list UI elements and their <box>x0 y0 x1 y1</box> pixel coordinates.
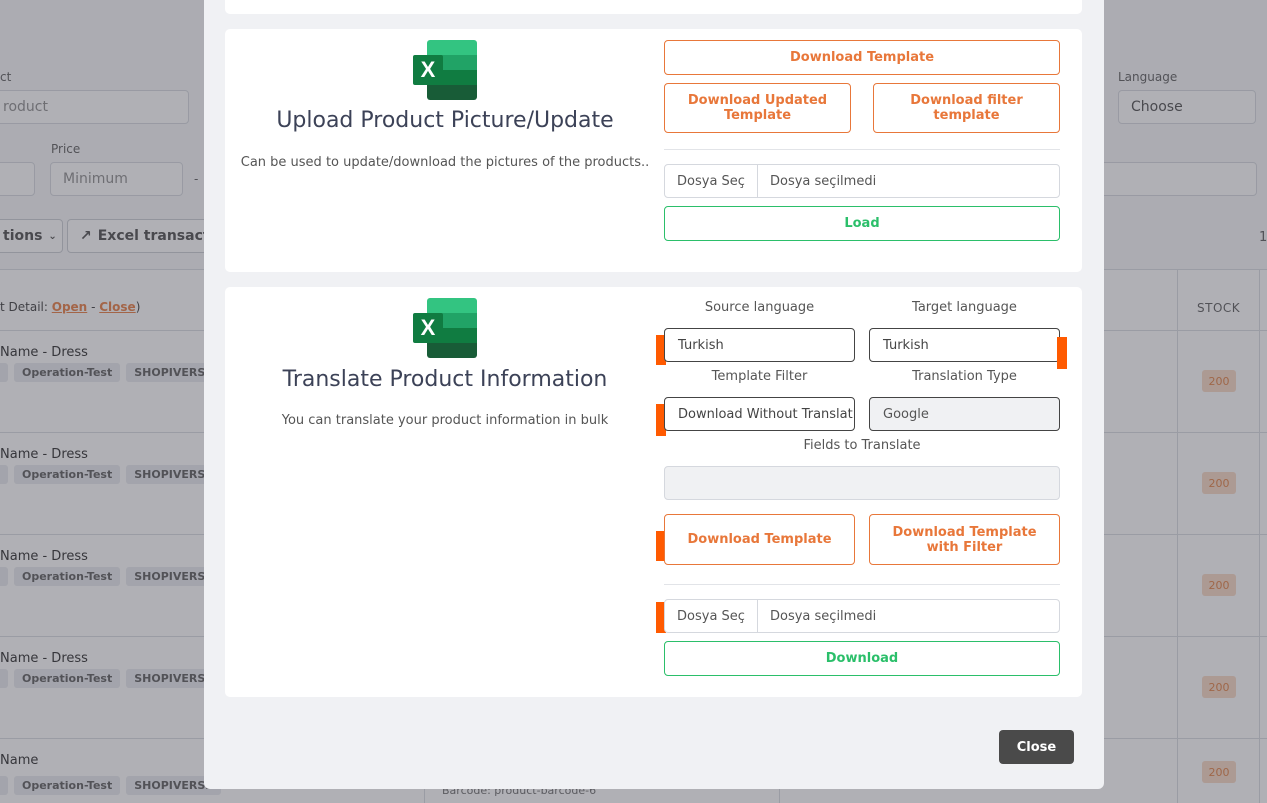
divider <box>664 584 1060 585</box>
highlight-marker <box>1057 337 1067 369</box>
source-language-select[interactable]: Turkish <box>664 328 855 362</box>
translate-card: X Translate Product Information You can … <box>225 287 1082 697</box>
source-language-label: Source language <box>704 300 815 315</box>
target-language-label: Target language <box>912 300 1017 315</box>
file-name-label: Dosya seçilmedi <box>770 173 877 189</box>
translate-card-description: You can translate your product informati… <box>281 413 609 428</box>
upload-card-description: Can be used to update/download the pictu… <box>240 155 650 170</box>
download-template-button[interactable]: Download Template <box>664 514 855 565</box>
download-filter-template-button[interactable]: Download filter template <box>873 83 1060 133</box>
fields-to-translate-label: Fields to Translate <box>803 438 921 453</box>
file-name-label: Dosya seçilmedi <box>770 608 877 624</box>
divider <box>664 149 1060 150</box>
close-button[interactable]: Close <box>999 730 1074 764</box>
excel-icon: X <box>413 298 477 358</box>
template-filter-select[interactable]: Download Without Translation <box>664 397 855 431</box>
translate-card-title: Translate Product Information <box>282 367 608 392</box>
excel-icon: X <box>413 40 477 100</box>
fields-to-translate-input[interactable] <box>664 466 1060 500</box>
upload-picture-card: X Upload Product Picture/Update Can be u… <box>225 29 1082 272</box>
translation-type-label: Translation Type <box>912 369 1017 384</box>
file-choose-button[interactable]: Dosya Seç <box>665 165 758 197</box>
download-updated-template-button[interactable]: Download Updated Template <box>664 83 851 133</box>
previous-card <box>225 0 1082 14</box>
upload-card-title: Upload Product Picture/Update <box>276 108 614 133</box>
target-language-select[interactable]: Turkish <box>869 328 1060 362</box>
download-template-button[interactable]: Download Template <box>664 40 1060 75</box>
download-template-filter-button[interactable]: Download Template with Filter <box>869 514 1060 565</box>
file-choose-button[interactable]: Dosya Seç <box>665 600 758 632</box>
template-filter-label: Template Filter <box>711 369 808 384</box>
translate-file-input[interactable]: Dosya Seç Dosya seçilmedi <box>664 599 1060 633</box>
translation-type-select: Google <box>869 397 1060 431</box>
download-button[interactable]: Download <box>664 641 1060 676</box>
excel-transactions-modal: X Upload Product Picture/Update Can be u… <box>204 0 1104 789</box>
load-button[interactable]: Load <box>664 206 1060 241</box>
upload-file-input[interactable]: Dosya Seç Dosya seçilmedi <box>664 164 1060 198</box>
